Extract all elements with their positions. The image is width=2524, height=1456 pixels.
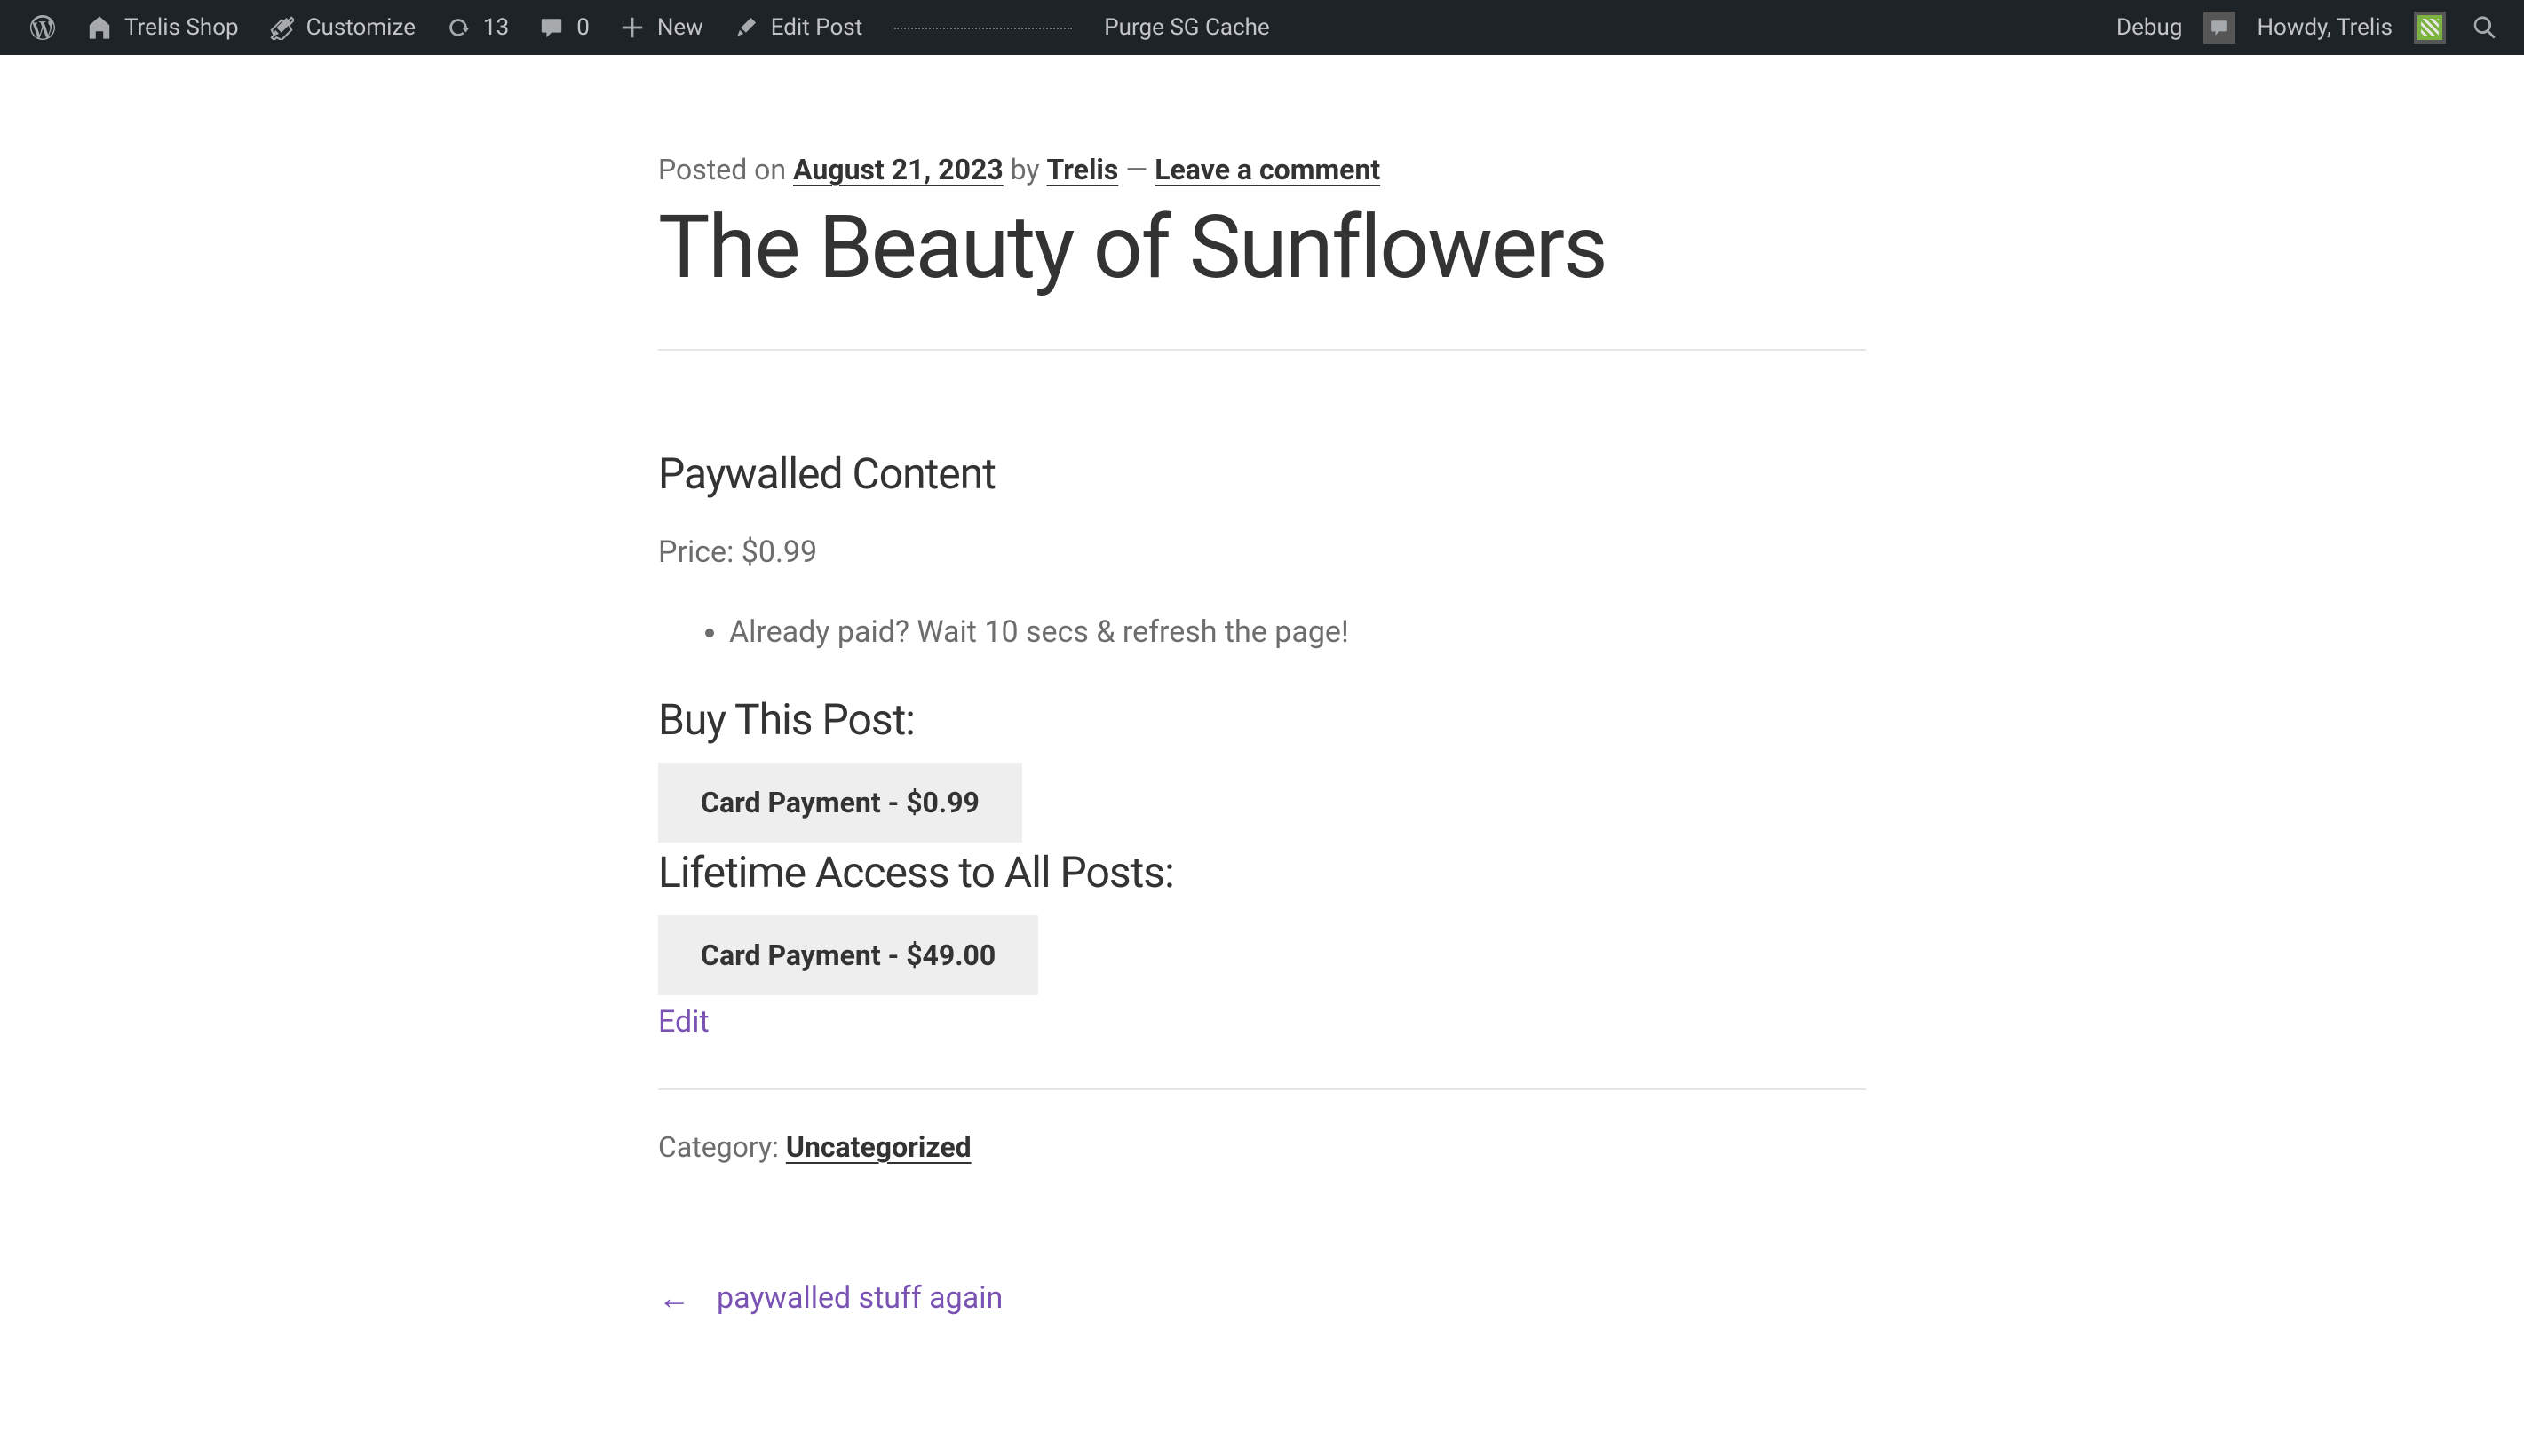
comments-count: 0 bbox=[576, 14, 590, 41]
lifetime-button[interactable]: Card Payment - $49.00 bbox=[658, 915, 1038, 995]
category-link[interactable]: Uncategorized bbox=[786, 1130, 972, 1164]
home-icon bbox=[85, 13, 114, 42]
wordpress-icon bbox=[28, 13, 57, 42]
admin-bar: Trelis Shop Customize 13 0 New bbox=[0, 0, 2524, 55]
purge-cache-label: Purge SG Cache bbox=[1104, 14, 1270, 41]
search-button[interactable] bbox=[2460, 0, 2510, 55]
customize-icon bbox=[267, 13, 296, 42]
already-paid-text: Already paid? Wait 10 secs & refresh the… bbox=[729, 614, 1866, 650]
plus-icon bbox=[618, 13, 647, 42]
admin-bar-right: Debug Howdy, Trelis bbox=[2102, 0, 2510, 55]
title-divider bbox=[658, 349, 1866, 351]
edit-post-label: Edit Post bbox=[771, 14, 862, 41]
post-meta: Posted on August 21, 2023 by Trelis — Le… bbox=[658, 153, 1866, 186]
price-text: Price: $0.99 bbox=[658, 534, 1866, 570]
notification-link[interactable] bbox=[2196, 0, 2242, 55]
account-link[interactable]: Howdy, Trelis bbox=[2242, 0, 2460, 55]
notification-icon bbox=[2203, 12, 2235, 44]
updates-link[interactable]: 13 bbox=[430, 0, 523, 55]
comments-icon bbox=[537, 13, 566, 42]
author-link[interactable]: Trelis bbox=[1047, 153, 1119, 186]
buy-post-button[interactable]: Card Payment - $0.99 bbox=[658, 763, 1022, 843]
customize-link[interactable]: Customize bbox=[253, 0, 430, 55]
site-name-label: Trelis Shop bbox=[124, 14, 239, 41]
debug-link[interactable]: Debug bbox=[2102, 0, 2196, 55]
debug-label: Debug bbox=[2116, 14, 2182, 41]
buy-post-heading: Buy This Post: bbox=[658, 694, 1866, 745]
updates-count: 13 bbox=[483, 14, 509, 41]
comments-link[interactable]: 0 bbox=[523, 0, 604, 55]
purge-cache-link[interactable]: Purge SG Cache bbox=[1090, 0, 1284, 55]
greeting-label: Howdy, Trelis bbox=[2257, 14, 2393, 41]
lifetime-heading: Lifetime Access to All Posts: bbox=[658, 847, 1866, 898]
wordpress-menu[interactable] bbox=[14, 0, 71, 55]
search-icon bbox=[2471, 13, 2499, 42]
category-section: Category: Uncategorized bbox=[658, 1088, 1866, 1164]
previous-post-link[interactable]: paywalled stuff again bbox=[717, 1280, 1003, 1316]
post-date-link[interactable]: August 21, 2023 bbox=[793, 153, 1004, 186]
new-link[interactable]: New bbox=[604, 0, 718, 55]
posted-on-text: Posted on bbox=[658, 153, 793, 186]
post-title: The Beauty of Sunflowers bbox=[658, 200, 1866, 296]
by-text: by bbox=[1004, 153, 1047, 186]
site-name-link[interactable]: Trelis Shop bbox=[71, 0, 253, 55]
new-label: New bbox=[657, 14, 703, 41]
avatar bbox=[2414, 12, 2446, 44]
category-text: Category: Uncategorized bbox=[658, 1130, 1866, 1164]
updates-icon bbox=[444, 13, 472, 42]
edit-post-link[interactable]: Edit Post bbox=[718, 0, 877, 55]
paywall-heading: Paywalled Content bbox=[658, 448, 1866, 499]
admin-bar-left: Trelis Shop Customize 13 0 New bbox=[14, 0, 1284, 55]
edit-link[interactable]: Edit bbox=[658, 1004, 710, 1040]
search-underline[interactable] bbox=[894, 26, 1072, 29]
customize-label: Customize bbox=[306, 14, 416, 41]
separator-text: — bbox=[1118, 153, 1155, 186]
info-list: Already paid? Wait 10 secs & refresh the… bbox=[729, 614, 1866, 650]
leave-comment-link[interactable]: Leave a comment bbox=[1155, 153, 1380, 186]
arrow-left-icon: ← bbox=[658, 1279, 690, 1317]
nav-previous: ← paywalled stuff again bbox=[658, 1279, 1866, 1317]
edit-icon bbox=[732, 13, 760, 42]
category-label: Category: bbox=[658, 1130, 786, 1164]
content-wrapper: Posted on August 21, 2023 by Trelis — Le… bbox=[454, 55, 2070, 1317]
